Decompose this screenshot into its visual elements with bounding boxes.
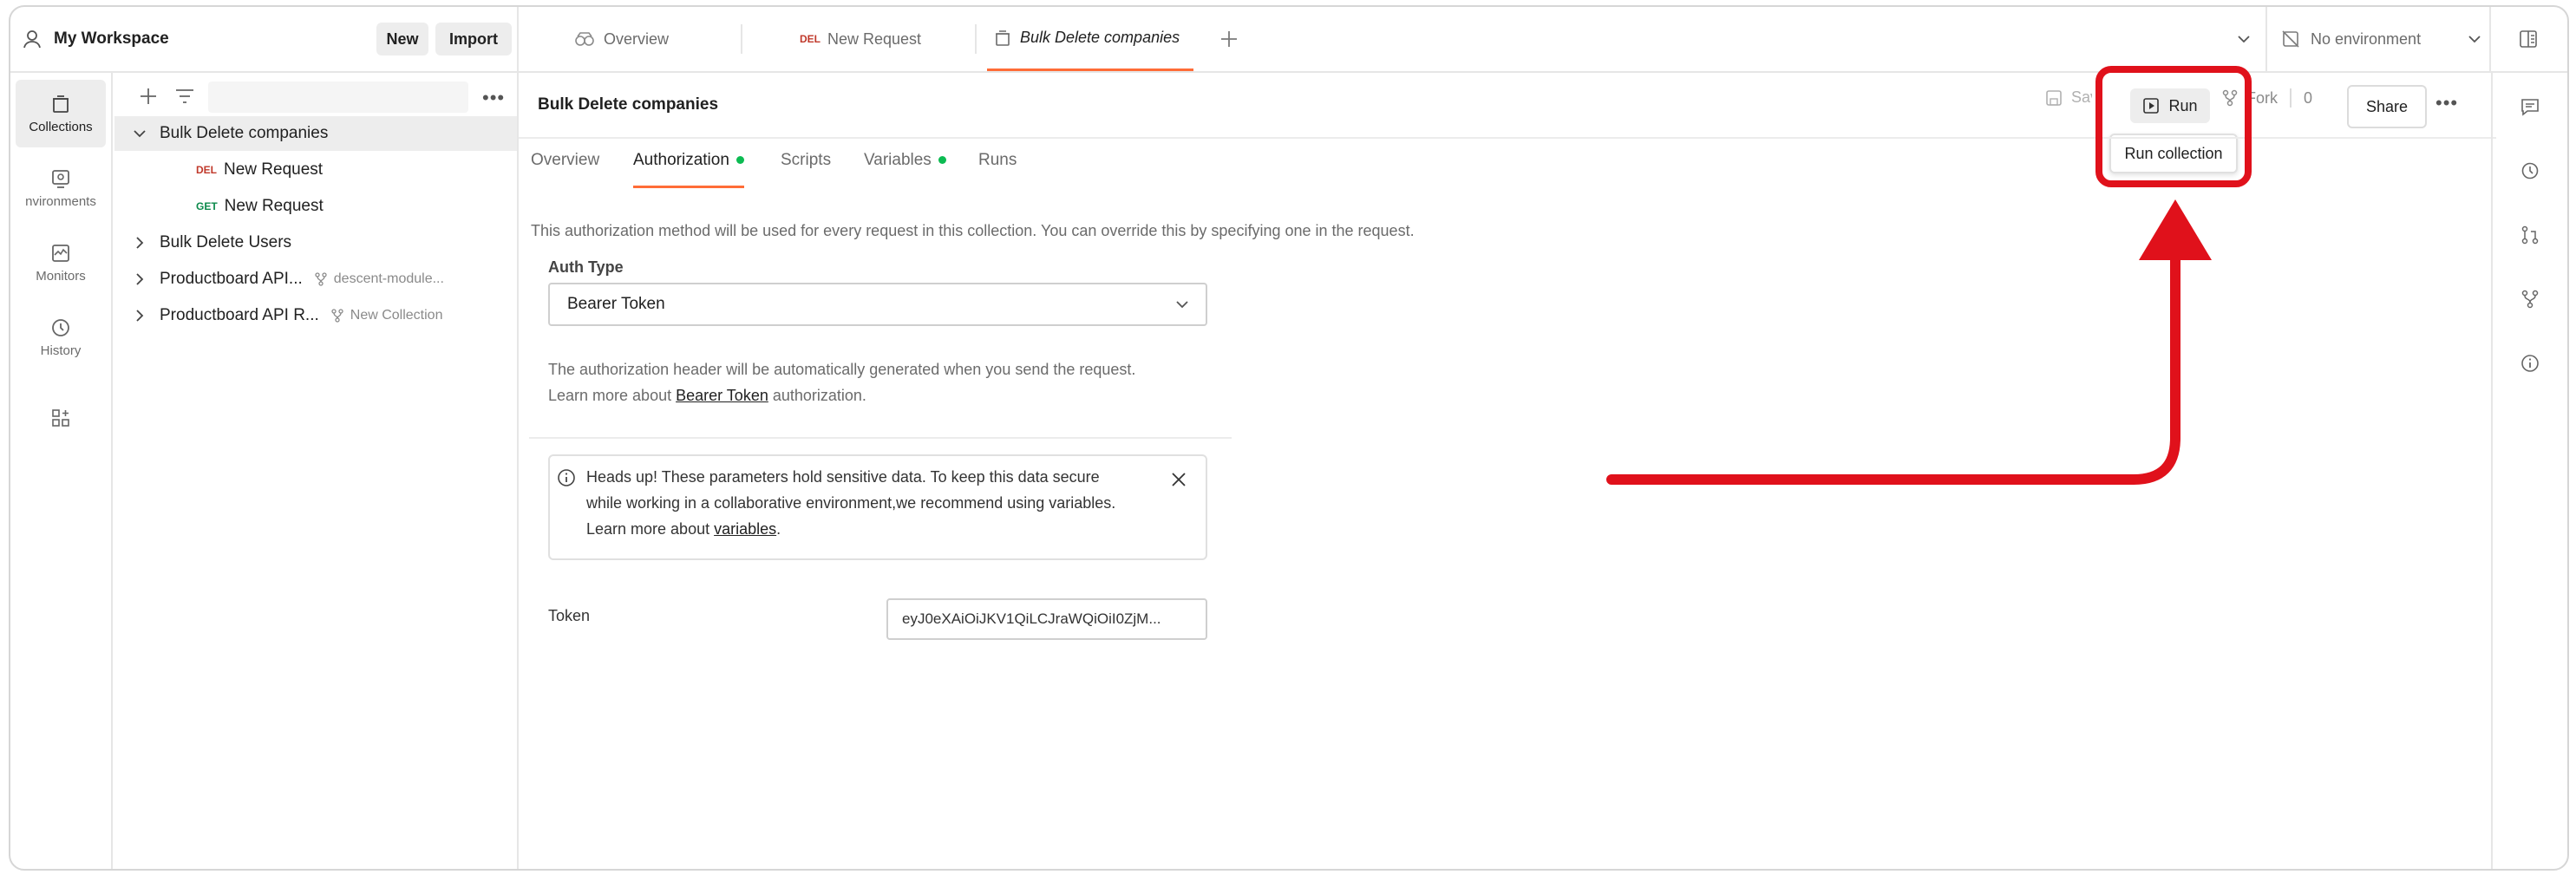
annotation-overlay [1606, 66, 2252, 485]
annotation-arrow-line [1606, 251, 2180, 485]
annotation-arrow-head [2139, 199, 2212, 260]
highlight-box [2095, 66, 2252, 187]
